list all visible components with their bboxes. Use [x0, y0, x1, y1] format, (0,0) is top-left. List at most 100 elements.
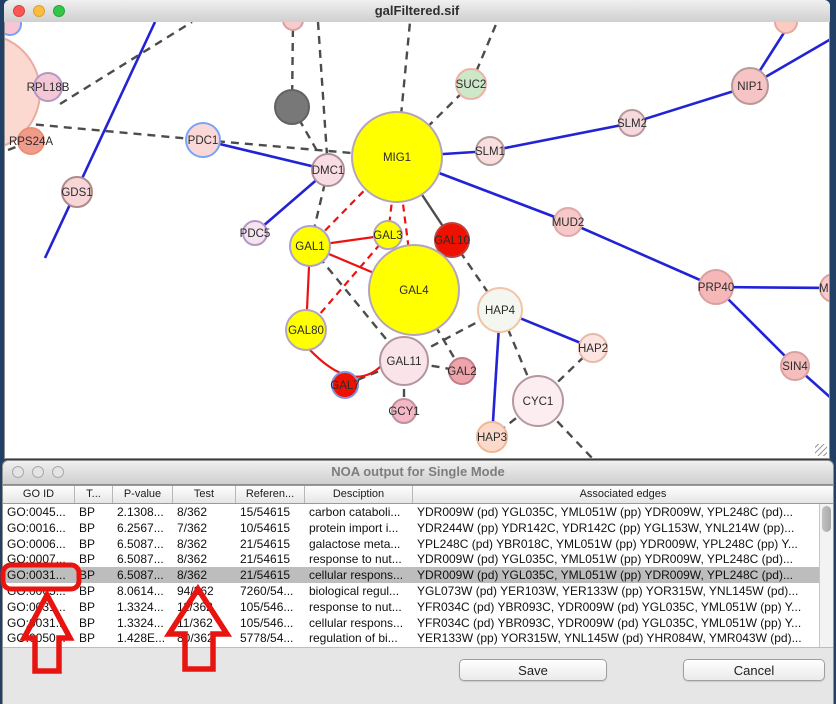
table-cell: 8/362: [173, 504, 236, 520]
table-cell: 5778/54...: [236, 630, 305, 646]
node-label-GAL80: GAL80: [288, 325, 324, 337]
table-cell: protein import i...: [305, 520, 413, 536]
table-cell: BP: [75, 630, 113, 646]
table-header: GO IDT...P-valueTestReferen...Desciption…: [3, 485, 833, 504]
table-cell: 10/54615: [236, 520, 305, 536]
node-cut-node-topleft[interactable]: [5, 22, 21, 35]
table-cell: 21/54615: [236, 567, 305, 583]
node-label-GAL11: GAL11: [387, 356, 422, 368]
table-cell: BP: [75, 551, 113, 567]
column-header-referen-[interactable]: Referen...: [236, 486, 305, 503]
node-label-CYC1: CYC1: [523, 396, 554, 408]
table-cell: YDR244W (pp) YDR142C, YDR142C (pp) YGL15…: [413, 520, 833, 536]
table-cell: response to nut...: [305, 551, 413, 567]
table-cell: regulation of bi...: [305, 630, 413, 646]
table-cell: carbon cataboli...: [305, 504, 413, 520]
node-label-GDS1: GDS1: [61, 187, 92, 199]
scrollbar-thumb[interactable]: [822, 506, 831, 532]
table-row[interactable]: GO:0016...BP6.2567...7/36210/54615protei…: [3, 520, 833, 536]
table-cell: 1.3324...: [113, 599, 173, 615]
node-label-GAL2: GAL2: [447, 366, 476, 378]
table-cell: 8/362: [173, 551, 236, 567]
table-cell: 6.5087...: [113, 536, 173, 552]
node-label-GAL4: GAL4: [399, 285, 429, 297]
graph-window-titlebar[interactable]: galFiltered.sif: [4, 0, 830, 23]
table-cell: response to nut...: [305, 599, 413, 615]
table-cell: 6.2567...: [113, 520, 173, 536]
table-cell: 105/546...: [236, 615, 305, 631]
node-label-GAL10: GAL10: [434, 235, 470, 247]
node-label-HAP3: HAP3: [477, 432, 507, 444]
noa-table: GO:0045...BP2.1308...8/36215/54615carbon…: [3, 504, 833, 648]
column-header-t-[interactable]: T...: [75, 486, 113, 503]
table-row[interactable]: GO:0045...BP2.1308...8/36215/54615carbon…: [3, 504, 833, 520]
column-header-desciption[interactable]: Desciption: [305, 486, 413, 503]
network-edge: [45, 22, 155, 258]
network-canvas[interactable]: RPL18BRPS24AGDS1PDC1MIG1DMC1SUC2SLM1SLM2…: [4, 22, 830, 459]
node-gray-node[interactable]: [275, 90, 309, 124]
table-scrollbar[interactable]: [819, 504, 833, 647]
noa-window-title: NOA output for Single Mode: [3, 461, 833, 483]
table-cell: YPL248C (pd) YBR018C, YML051W (pp) YDR00…: [413, 536, 833, 552]
node-label-GAL1: GAL1: [295, 241, 324, 253]
node-label-SLM1: SLM1: [475, 146, 505, 158]
table-cell: 1.3324...: [113, 615, 173, 631]
network-graph[interactable]: RPL18BRPS24AGDS1PDC1MIG1DMC1SUC2SLM1SLM2…: [5, 22, 829, 458]
noa-window-titlebar[interactable]: NOA output for Single Mode: [3, 461, 833, 485]
table-cell: 1.428E...: [113, 630, 173, 646]
table-cell: 8.0614...: [113, 583, 173, 599]
save-button[interactable]: Save: [459, 659, 607, 681]
table-row[interactable]: GO:0031...BP6.5087...8/36221/54615cellul…: [3, 567, 833, 583]
table-cell: YFR034C (pd) YBR093C, YDR009W (pd) YGL03…: [413, 599, 833, 615]
table-cell: BP: [75, 615, 113, 631]
table-cell: GO:0031...: [3, 567, 75, 583]
table-cell: biological regul...: [305, 583, 413, 599]
cancel-button[interactable]: Cancel: [683, 659, 825, 681]
node-label-GAL7: GAL7: [330, 380, 359, 392]
table-cell: YGL073W (pd) YER103W, YER133W (pp) YOR31…: [413, 583, 833, 599]
node-label-SIN4: SIN4: [782, 361, 808, 373]
table-cell: BP: [75, 583, 113, 599]
node-cut-node-top[interactable]: [283, 22, 303, 30]
table-cell: GO:0050...: [3, 630, 75, 646]
node-label-GCY1: GCY1: [388, 406, 419, 418]
node-label-SUC2: SUC2: [456, 79, 487, 91]
table-row[interactable]: GO:0031...BP1.3324...11/362105/546...cel…: [3, 615, 833, 631]
column-header-associated-edges[interactable]: Associated edges: [413, 486, 833, 503]
column-header-go-id[interactable]: GO ID: [3, 486, 75, 503]
table-row[interactable]: GO:0050...BP1.428E...80/3625778/54...reg…: [3, 630, 833, 646]
column-header-p-value[interactable]: P-value: [113, 486, 173, 503]
table-cell: GO:0031...: [3, 599, 75, 615]
node-label-RPS24A: RPS24A: [9, 136, 53, 148]
table-cell: 11/362: [173, 615, 236, 631]
table-cell: YDR009W (pd) YGL035C, YML051W (pp) YDR00…: [413, 567, 833, 583]
node-label-HAP2: HAP2: [578, 343, 608, 355]
table-cell: GO:0006...: [3, 536, 75, 552]
table-cell: BP: [75, 536, 113, 552]
resize-grip-icon[interactable]: [815, 444, 827, 456]
table-cell: GO:0031...: [3, 615, 75, 631]
node-label-MUD2: MUD2: [552, 217, 585, 229]
graph-window: galFiltered.sif RPL18BRPS24AGDS1PDC1MIG1…: [4, 0, 830, 459]
table-row[interactable]: GO:0065...BP8.0614...94/3627260/54...bio…: [3, 583, 833, 599]
table-cell: YDR009W (pd) YGL035C, YML051W (pp) YDR00…: [413, 551, 833, 567]
network-edge: [490, 123, 632, 151]
table-row[interactable]: GO:0031...BP1.3324...11/362105/546...res…: [3, 599, 833, 615]
node-cut-node-topright[interactable]: [775, 22, 797, 33]
table-cell: 105/546...: [236, 599, 305, 615]
table-cell: 8/362: [173, 567, 236, 583]
table-cell: BP: [75, 567, 113, 583]
noa-output-window: NOA output for Single Mode GO IDT...P-va…: [2, 460, 834, 704]
graph-window-title: galFiltered.sif: [4, 0, 830, 22]
table-cell: GO:0065...: [3, 583, 75, 599]
table-cell: 6.5087...: [113, 551, 173, 567]
column-header-test[interactable]: Test: [173, 486, 236, 503]
table-cell: cellular respons...: [305, 615, 413, 631]
node-label-MSL5: MSL5: [819, 283, 829, 295]
table-cell: GO:0016...: [3, 520, 75, 536]
table-cell: 80/362: [173, 630, 236, 646]
table-row[interactable]: GO:0007...BP6.5087...8/36221/54615respon…: [3, 551, 833, 567]
network-edge: [568, 222, 716, 287]
table-cell: YDR009W (pd) YGL035C, YML051W (pp) YDR00…: [413, 504, 833, 520]
table-row[interactable]: GO:0006...BP6.5087...8/36221/54615galact…: [3, 536, 833, 552]
